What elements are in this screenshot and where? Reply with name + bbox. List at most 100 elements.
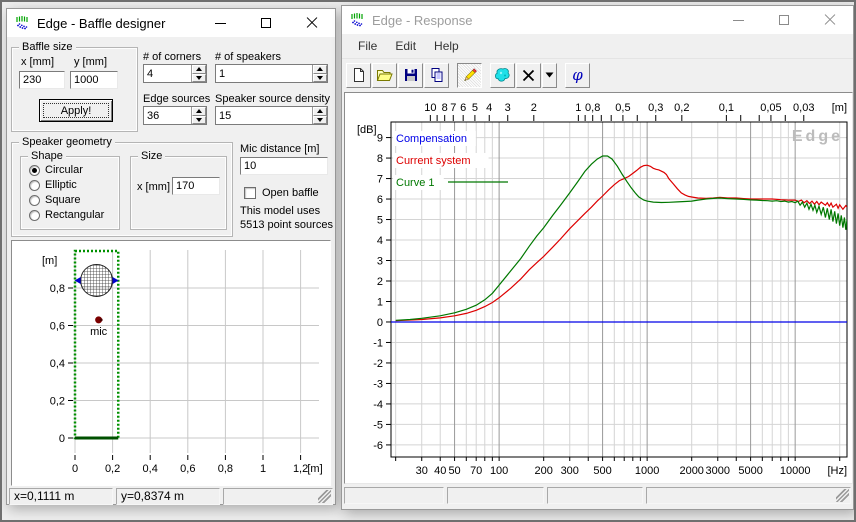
close-icon — [824, 14, 836, 26]
delete-dropdown-button[interactable] — [542, 62, 557, 88]
radio-icon[interactable] — [29, 194, 40, 206]
title-bar[interactable]: Edge - Baffle designer — [7, 9, 335, 37]
response-chart[interactable]: 9876543210-1-2-3-4-5-6[dB]30 40 50 70 100 200… — [345, 93, 852, 483]
spin-up-icon[interactable] — [313, 107, 327, 116]
edge-sources-input[interactable] — [144, 107, 191, 124]
minimize-icon — [732, 19, 744, 21]
svg-text:0,8: 0,8 — [50, 283, 65, 295]
save-file-button[interactable] — [398, 62, 423, 88]
new-file-button[interactable] — [346, 62, 371, 88]
radio-rectangular[interactable]: Rectangular — [29, 209, 104, 221]
svg-text:0,05: 0,05 — [760, 102, 781, 114]
svg-text:6: 6 — [460, 102, 466, 114]
spin-down-icon[interactable] — [313, 73, 327, 82]
status-panel — [646, 487, 851, 504]
baffle-y-label: y [mm] — [74, 56, 107, 68]
svg-text:1: 1 — [575, 102, 581, 114]
menu-help[interactable]: Help — [425, 35, 468, 57]
open-baffle-label: Open baffle — [262, 187, 319, 199]
delete-x-icon — [522, 69, 535, 81]
open-file-button[interactable] — [372, 62, 397, 88]
svg-text:200: 200 — [535, 465, 553, 477]
svg-text:9: 9 — [377, 133, 383, 145]
svg-text:0,4: 0,4 — [50, 358, 65, 370]
svg-text:0,2: 0,2 — [105, 463, 120, 475]
svg-text:[Hz]: [Hz] — [827, 465, 847, 477]
apply-button[interactable]: Apply! — [39, 99, 113, 122]
svg-text:1: 1 — [260, 463, 266, 475]
svg-text:50: 50 — [448, 465, 460, 477]
mic-distance-input[interactable] — [240, 157, 328, 175]
baffle-y-input[interactable] — [70, 71, 118, 89]
svg-text:7: 7 — [450, 102, 456, 114]
radio-square[interactable]: Square — [29, 194, 80, 206]
menu-edit[interactable]: Edit — [386, 35, 425, 57]
spin-down-icon[interactable] — [192, 73, 206, 82]
maximize-button[interactable] — [761, 6, 807, 34]
status-panel — [344, 487, 444, 504]
svg-text:40: 40 — [434, 465, 446, 477]
svg-text:0: 0 — [377, 317, 383, 329]
edge-sources-label: Edge sources — [143, 93, 211, 105]
close-button[interactable] — [289, 9, 335, 37]
svg-text:0: 0 — [59, 433, 65, 445]
svg-text:Edge: Edge — [792, 128, 843, 145]
menu-bar: File Edit Help — [342, 34, 853, 59]
minimize-icon — [214, 22, 226, 24]
status-y-coordinate: y=0,8374 m — [116, 488, 220, 505]
radio-circular[interactable]: Circular — [29, 164, 83, 176]
baffle-x-label: x [mm] — [21, 56, 54, 68]
svg-text:3: 3 — [377, 256, 383, 268]
delete-curve-button[interactable] — [516, 62, 541, 88]
svg-text:[dB]: [dB] — [357, 124, 377, 136]
spin-down-icon[interactable] — [192, 115, 206, 124]
new-file-icon — [353, 68, 364, 82]
svg-text:6: 6 — [377, 194, 383, 206]
response-chart-panel[interactable]: 9 8 7 6 5 4 3 2 1 0 -1 -2 -3 -4 -5 -6 [dB] 30 40 50 70 100 200… — [344, 92, 853, 484]
svg-text:0,8: 0,8 — [585, 102, 600, 114]
edge-sources-spinner[interactable] — [143, 106, 207, 125]
blob-tool-button[interactable] — [490, 62, 515, 88]
menu-file[interactable]: File — [349, 35, 386, 57]
svg-text:7: 7 — [377, 174, 383, 186]
maximize-button[interactable] — [243, 9, 289, 37]
minimize-button[interactable] — [197, 9, 243, 37]
model-info-line2: 5513 point sources — [240, 219, 333, 231]
phase-button[interactable]: φ — [565, 62, 590, 88]
baffle-plot[interactable]: 00,20,40,60,80 0,2 0,4 0,6 0,8 1 1,2[m][m]mic — [12, 241, 330, 485]
baffle-x-input[interactable] — [19, 71, 65, 89]
svg-text:mic: mic — [90, 326, 108, 338]
corners-input[interactable] — [144, 65, 191, 82]
svg-text:1: 1 — [377, 296, 383, 308]
radio-icon[interactable] — [29, 179, 40, 191]
source-density-spinner[interactable] — [215, 106, 328, 125]
spin-down-icon[interactable] — [313, 115, 327, 124]
spin-up-icon[interactable] — [313, 65, 327, 74]
spin-up-icon[interactable] — [192, 107, 206, 116]
title-bar[interactable]: Edge - Response — [342, 6, 853, 34]
size-x-input[interactable] — [172, 177, 220, 195]
resize-grip[interactable] — [836, 489, 849, 502]
svg-text:8: 8 — [377, 153, 383, 165]
window-title: Edge - Response — [372, 12, 473, 28]
minimize-button[interactable] — [715, 6, 761, 34]
radio-elliptic[interactable]: Elliptic — [29, 179, 77, 191]
shape-group: Shape Circular Elliptic Square Rectangul… — [20, 150, 120, 230]
radio-icon[interactable] — [29, 209, 40, 221]
copy-button[interactable] — [424, 62, 449, 88]
speakers-spinner[interactable] — [215, 64, 328, 83]
source-density-input[interactable] — [216, 107, 312, 124]
source-density-label: Speaker source density — [215, 93, 330, 105]
radio-selected-icon[interactable] — [29, 164, 40, 176]
svg-text:5000: 5000 — [738, 465, 762, 477]
corners-spinner[interactable] — [143, 64, 207, 83]
open-baffle-checkbox[interactable] — [244, 187, 256, 199]
svg-text:5: 5 — [377, 215, 383, 227]
baffle-plot-panel[interactable]: 0 0,2 0,4 0,6 0,8 0 0,2 0,4 0,6 0,8 1 1,2 [m] [m] mic — [11, 240, 331, 486]
svg-text:10000: 10000 — [780, 465, 811, 477]
pencil-tool-button[interactable] — [457, 62, 482, 88]
resize-grip[interactable] — [318, 490, 331, 503]
close-button[interactable] — [807, 6, 853, 34]
speakers-input[interactable] — [216, 65, 312, 82]
spin-up-icon[interactable] — [192, 65, 206, 74]
